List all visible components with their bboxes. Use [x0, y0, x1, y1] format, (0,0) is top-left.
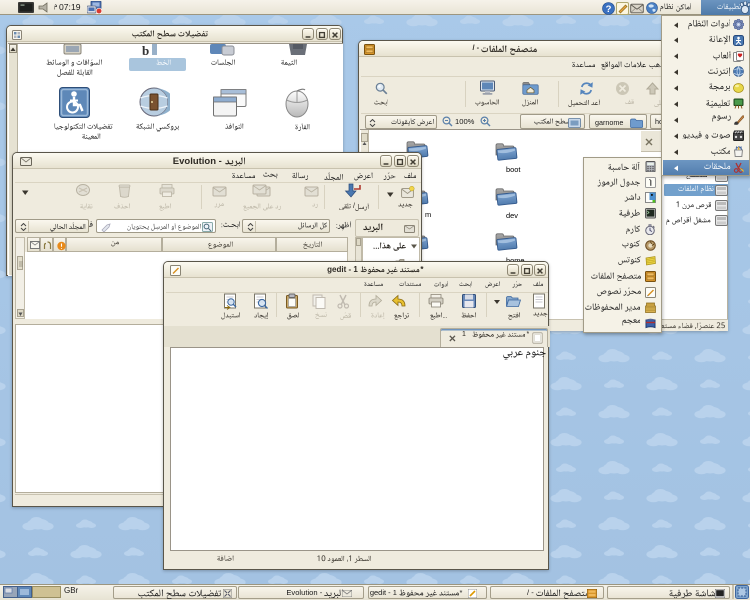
svg-text:b: b [142, 44, 149, 56]
svg-text:?: ? [606, 4, 612, 15]
